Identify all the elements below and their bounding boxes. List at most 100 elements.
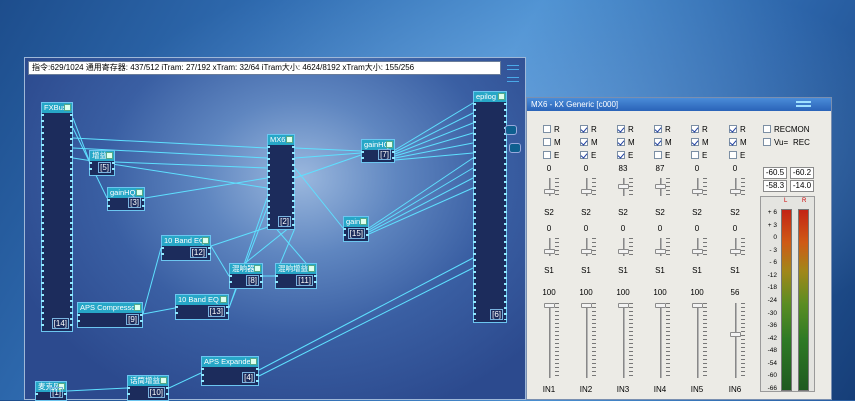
plugin-pins[interactable] [343,228,346,239]
channel-option-e[interactable]: E [691,151,707,160]
checkbox-r[interactable] [543,125,551,133]
plugin-pins[interactable] [70,114,73,329]
channel-option-m[interactable]: M [580,138,598,147]
channel-option-m[interactable]: M [617,138,635,147]
plugin-pins[interactable] [267,146,270,227]
channel-option-r[interactable]: R [691,125,708,134]
checkbox-r[interactable] [691,125,699,133]
checkbox-e[interactable] [580,151,588,159]
plugin-pins[interactable] [226,306,229,317]
plugin-block[interactable]: epilog [6] [473,91,507,323]
vu-option[interactable]: Vu= [763,138,788,147]
slider-thumb[interactable] [544,249,555,254]
plugin-close-icon[interactable] [360,218,367,225]
plugin-pins[interactable] [229,275,232,286]
slider-thumb[interactable] [730,189,741,194]
plugin-close-icon[interactable] [202,237,209,244]
channel-option-e[interactable]: E [543,151,559,160]
slider-thumb[interactable] [692,189,703,194]
plugin-pins[interactable] [166,387,169,398]
plugin-pins[interactable] [260,275,263,286]
channel-option-r[interactable]: R [543,125,560,134]
plugin-pins[interactable] [142,199,145,208]
checkbox-r[interactable] [654,125,662,133]
channel-option-m[interactable]: M [543,138,561,147]
plugin-close-icon[interactable] [286,136,293,143]
plugin-pins[interactable] [292,146,295,227]
slider-thumb[interactable] [655,249,666,254]
channel-option-r[interactable]: R [729,125,746,134]
plugin-block[interactable]: 混响增益 [11] [275,263,317,289]
slider-thumb[interactable] [544,189,555,194]
slider-thumb[interactable] [655,303,666,308]
channel-option-e[interactable]: E [580,151,596,160]
slider-thumb[interactable] [730,332,741,337]
plugin-pins[interactable] [161,247,164,258]
slider-thumb[interactable] [581,249,592,254]
checkbox-e[interactable] [617,151,625,159]
plugin-title[interactable]: epilog [474,92,506,102]
channel-option-m[interactable]: M [691,138,709,147]
plugin-block[interactable]: gain [15] [343,216,369,242]
plugin-pins[interactable] [89,162,92,173]
plugin-title[interactable]: gain [344,217,368,227]
channel-option-m[interactable]: M [729,138,747,147]
channel-option-r[interactable]: R [580,125,597,134]
plugin-block[interactable]: 麦克风 [1] [35,381,67,401]
plugin-pins[interactable] [64,393,67,398]
plugin-pins[interactable] [366,228,369,239]
slider-thumb[interactable] [618,184,629,189]
plugin-pins[interactable] [392,151,395,160]
slider-thumb[interactable] [581,189,592,194]
recmon-checkbox[interactable] [763,125,771,133]
plugin-block[interactable]: MX6 [2] [267,134,295,230]
plugin-pins[interactable] [473,103,476,320]
vu-checkbox[interactable] [763,138,771,146]
checkbox-m[interactable] [543,138,551,146]
slider-track[interactable] [586,303,588,378]
connect-icon[interactable] [505,125,517,135]
plugin-pins[interactable] [208,247,211,258]
plugin-pins[interactable] [361,151,364,160]
plugin-pins[interactable] [112,162,115,173]
slider-thumb[interactable] [655,184,666,189]
checkbox-r[interactable] [580,125,588,133]
checkbox-m[interactable] [654,138,662,146]
slider-track[interactable] [660,303,662,378]
route-icon[interactable] [509,143,521,153]
plugin-close-icon[interactable] [64,104,71,111]
slider-thumb[interactable] [581,303,592,308]
plugin-pins[interactable] [175,306,178,317]
plugin-title[interactable]: 混响增益 [276,264,316,274]
plugin-pins[interactable] [275,275,278,286]
plugin-close-icon[interactable] [160,377,167,384]
plugin-title[interactable]: 混响器 [230,264,262,274]
plugin-close-icon[interactable] [498,93,505,100]
plugin-block[interactable]: gainHQ [7] [361,139,395,163]
checkbox-m[interactable] [617,138,625,146]
checkbox-r[interactable] [617,125,625,133]
plugin-pins[interactable] [140,314,143,325]
slider-track[interactable] [549,303,551,378]
plugin-block[interactable]: 10 Band EQ [13] [175,294,229,320]
plugin-close-icon[interactable] [136,189,143,196]
plugin-pins[interactable] [77,314,80,325]
plugin-title[interactable]: APS Expander [202,357,258,367]
checkbox-r[interactable] [729,125,737,133]
slider-track[interactable] [735,303,737,378]
mixer-menu-icon[interactable] [796,101,811,108]
plugin-close-icon[interactable] [106,152,113,159]
plugin-pins[interactable] [256,368,259,383]
plugin-block[interactable]: 混响器 [8] [229,263,263,289]
plugin-block[interactable]: APS Compressor [9] [77,302,143,328]
plugin-close-icon[interactable] [308,265,315,272]
plugin-close-icon[interactable] [254,265,261,272]
slider-track[interactable] [697,303,699,378]
checkbox-m[interactable] [580,138,588,146]
recmon-option[interactable]: RECMON [763,125,810,134]
plugin-close-icon[interactable] [134,304,141,311]
plugin-block[interactable]: 10 Band EQ [12] [161,235,211,261]
channel-option-m[interactable]: M [654,138,672,147]
channel-option-e[interactable]: E [729,151,745,160]
channel-option-e[interactable]: E [654,151,670,160]
